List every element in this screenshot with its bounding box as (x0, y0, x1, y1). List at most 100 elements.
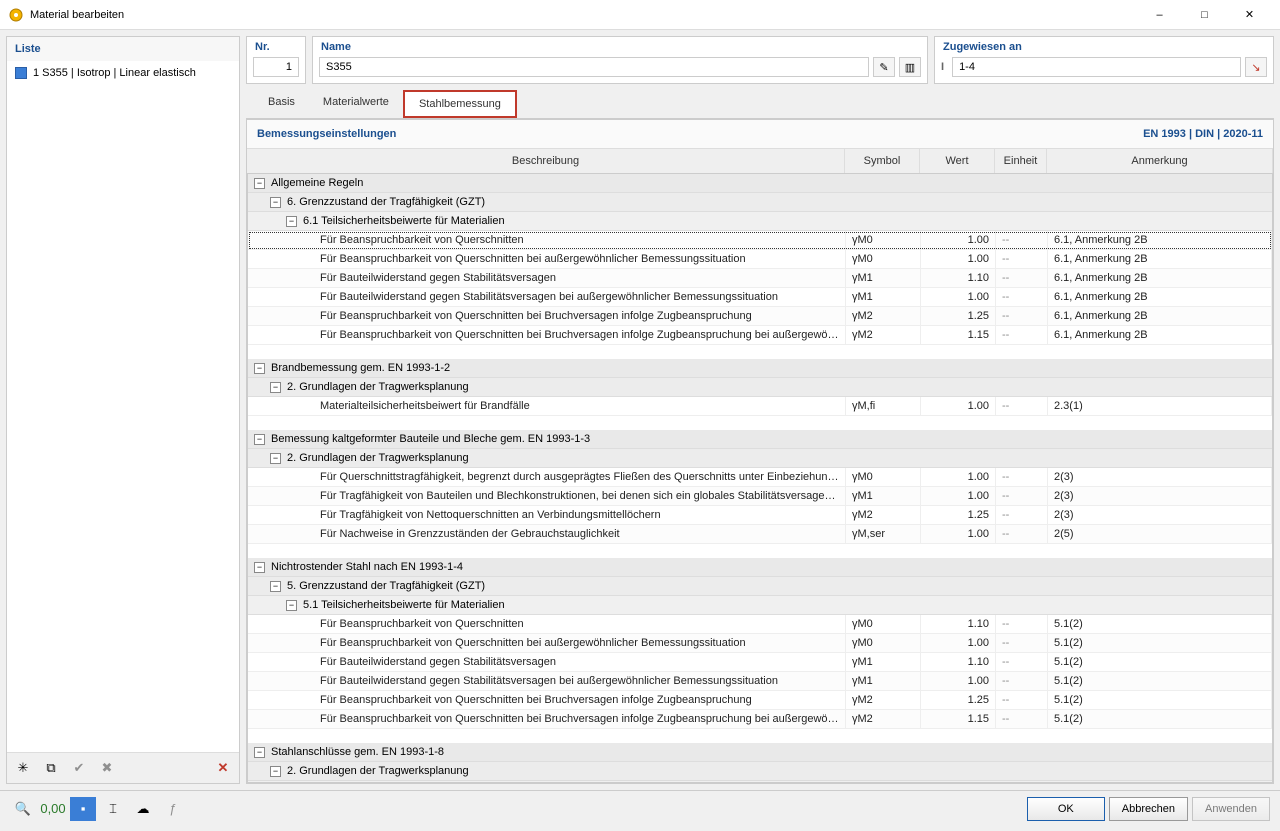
bottom-bar: 🔍 0,00 ▪ ⌶ ☁ ƒ OK Abbrechen Anwenden (0, 790, 1280, 826)
cell-unit: -- (996, 672, 1048, 690)
data-row[interactable]: Für Bauteilwiderstand gegen Stabilitätsv… (248, 653, 1272, 672)
collapse-icon[interactable]: − (270, 766, 281, 777)
list-item[interactable]: 1 S355 | Isotrop | Linear elastisch (11, 65, 235, 81)
col-value: Wert (920, 149, 995, 173)
group-row[interactable]: −2. Grundlagen der Tragwerksplanung (248, 449, 1272, 468)
cell-desc: Für Beanspruchbarkeit von Querschnitten … (248, 691, 846, 709)
cell-symbol: γM1 (846, 487, 921, 505)
cell-symbol: γM0 (846, 250, 921, 268)
group-row[interactable]: −Stahlanschlüsse gem. EN 1993-1-8 (248, 743, 1272, 762)
data-row[interactable]: Für Bauteilwiderstand gegen Stabilitätsv… (248, 288, 1272, 307)
cell-symbol: γM1 (846, 653, 921, 671)
titlebar: Material bearbeiten – □ ✕ (0, 0, 1280, 30)
data-row[interactable]: Für Beanspruchbarkeit von Querschnitten … (248, 326, 1272, 345)
cell-value: 1.25 (921, 307, 996, 325)
cell-value: 1.00 (921, 672, 996, 690)
cell-symbol: γM2 (846, 326, 921, 344)
data-row[interactable]: Für Tragfähigkeit von Bauteilen und Blec… (248, 487, 1272, 506)
collapse-icon[interactable]: − (254, 747, 265, 758)
collapse-icon[interactable]: − (286, 600, 297, 611)
new-item-icon[interactable]: ✳ (11, 757, 35, 779)
data-row[interactable]: Für Beanspruchbarkeit von Querschnittenγ… (248, 231, 1272, 250)
data-row[interactable]: Für Bauteilwiderstand gegen Stabilitätsv… (248, 269, 1272, 288)
group-row[interactable]: −Bemessung kaltgeformter Bauteile und Bl… (248, 430, 1272, 449)
units-icon[interactable]: 0,00 (40, 797, 66, 821)
group-label: 2. Grundlagen der Tragwerksplanung (287, 452, 469, 464)
maximize-button[interactable]: □ (1182, 0, 1227, 30)
data-row[interactable]: Für Beanspruchbarkeit von Querschnitten … (248, 307, 1272, 326)
assigned-input[interactable] (952, 57, 1241, 77)
cell-symbol: γM1 (846, 288, 921, 306)
close-button[interactable]: ✕ (1227, 0, 1272, 30)
cell-note: 6.1, Anmerkung 2B (1048, 307, 1272, 325)
ok-button[interactable]: OK (1027, 797, 1105, 821)
data-row[interactable]: Für Tragfähigkeit von Nettoquerschnitten… (248, 506, 1272, 525)
cell-unit: -- (996, 231, 1048, 249)
group-label: 2. Grundlagen der Tragwerksplanung (287, 381, 469, 393)
cell-unit: -- (996, 710, 1048, 728)
col-desc: Beschreibung (247, 149, 845, 173)
cell-value: 1.25 (921, 506, 996, 524)
tab-materialwerte[interactable]: Materialwerte (309, 90, 403, 118)
group-row[interactable]: −Brandbemessung gem. EN 1993-1-2 (248, 359, 1272, 378)
grid-header: Beschreibung Symbol Wert Einheit Anmerku… (247, 149, 1273, 174)
list-item-label: 1 S355 | Isotrop | Linear elastisch (33, 67, 196, 79)
group-label: 6. Grenzzustand der Tragfähigkeit (GZT) (287, 196, 485, 208)
collapse-icon[interactable]: − (254, 434, 265, 445)
data-row[interactable]: Für Beanspruchbarkeit von Querschnitten … (248, 710, 1272, 729)
tab-basis[interactable]: Basis (254, 90, 309, 118)
data-row[interactable]: Für Beanspruchbarkeit von Querschnitten … (248, 691, 1272, 710)
group-row[interactable]: −2. Grundlagen der Tragwerksplanung (248, 762, 1272, 781)
cancel-button[interactable]: Abbrechen (1109, 797, 1188, 821)
search-icon[interactable]: 🔍 (10, 797, 36, 821)
collapse-icon[interactable]: − (254, 178, 265, 189)
cell-desc: Materialteilsicherheitsbeiwert für Brand… (248, 397, 846, 415)
collapse-icon[interactable]: − (270, 581, 281, 592)
group-row[interactable]: −Nichtrostender Stahl nach EN 1993-1-4 (248, 558, 1272, 577)
section-icon[interactable]: ⌶ (100, 797, 126, 821)
group-row[interactable]: −6. Grenzzustand der Tragfähigkeit (GZT) (248, 193, 1272, 212)
data-row[interactable]: Für Bauteilwiderstand gegen Stabilitätsv… (248, 672, 1272, 691)
cell-unit: -- (996, 487, 1048, 505)
data-row[interactable]: Für Querschnittstragfähigkeit, begrenzt … (248, 468, 1272, 487)
cell-value: 1.00 (921, 487, 996, 505)
data-row[interactable]: Für Beanspruchbarkeit von Querschnitten … (248, 634, 1272, 653)
group-row[interactable]: −5.1 Teilsicherheitsbeiwerte für Materia… (248, 596, 1272, 615)
name-input[interactable] (319, 57, 869, 77)
cell-symbol: γM0 (846, 634, 921, 652)
collapse-icon[interactable]: − (270, 197, 281, 208)
nr-input[interactable] (253, 57, 299, 77)
copy-item-icon[interactable]: ⧉ (39, 757, 63, 779)
library-icon[interactable]: ▥ (899, 57, 921, 77)
edit-name-icon[interactable]: ✎ (873, 57, 895, 77)
collapse-icon[interactable]: − (270, 382, 281, 393)
cell-symbol: γM1 (846, 672, 921, 690)
collapse-icon[interactable]: − (254, 363, 265, 374)
data-row[interactable]: Für Nachweise in Grenzzuständen der Gebr… (248, 525, 1272, 544)
col-note: Anmerkung (1047, 149, 1273, 173)
cell-unit: -- (996, 691, 1048, 709)
group-row[interactable]: −Allgemeine Regeln (248, 174, 1272, 193)
cell-symbol: γM2 (846, 307, 921, 325)
cell-value: 1.10 (921, 615, 996, 633)
pick-icon[interactable]: ↘ (1245, 57, 1267, 77)
data-row[interactable]: Materialteilsicherheitsbeiwert für Brand… (248, 397, 1272, 416)
collapse-icon[interactable]: − (286, 216, 297, 227)
cell-unit: -- (996, 307, 1048, 325)
grid-body[interactable]: −Allgemeine Regeln−6. Grenzzustand der T… (247, 174, 1273, 783)
group-row[interactable]: −2. Grundlagen der Tragwerksplanung (248, 378, 1272, 397)
group-row[interactable]: −6.1 Teilsicherheitsbeiwerte für Materia… (248, 212, 1272, 231)
color-icon[interactable]: ▪ (70, 797, 96, 821)
group-row[interactable]: −2.2. Allgemeine Anforderungen (248, 781, 1272, 783)
tab-stahlbemessung[interactable]: Stahlbemessung (403, 90, 517, 118)
cell-desc: Für Beanspruchbarkeit von Querschnitten (248, 231, 846, 249)
group-row[interactable]: −5. Grenzzustand der Tragfähigkeit (GZT) (248, 577, 1272, 596)
collapse-icon[interactable]: − (270, 453, 281, 464)
data-row[interactable]: Für Beanspruchbarkeit von Querschnitten … (248, 250, 1272, 269)
delete-item-icon[interactable]: ✕ (211, 757, 235, 779)
minimize-button[interactable]: – (1137, 0, 1182, 30)
calc-icon[interactable]: ☁ (130, 797, 156, 821)
group-label: Nichtrostender Stahl nach EN 1993-1-4 (271, 561, 463, 573)
collapse-icon[interactable]: − (254, 562, 265, 573)
data-row[interactable]: Für Beanspruchbarkeit von Querschnittenγ… (248, 615, 1272, 634)
